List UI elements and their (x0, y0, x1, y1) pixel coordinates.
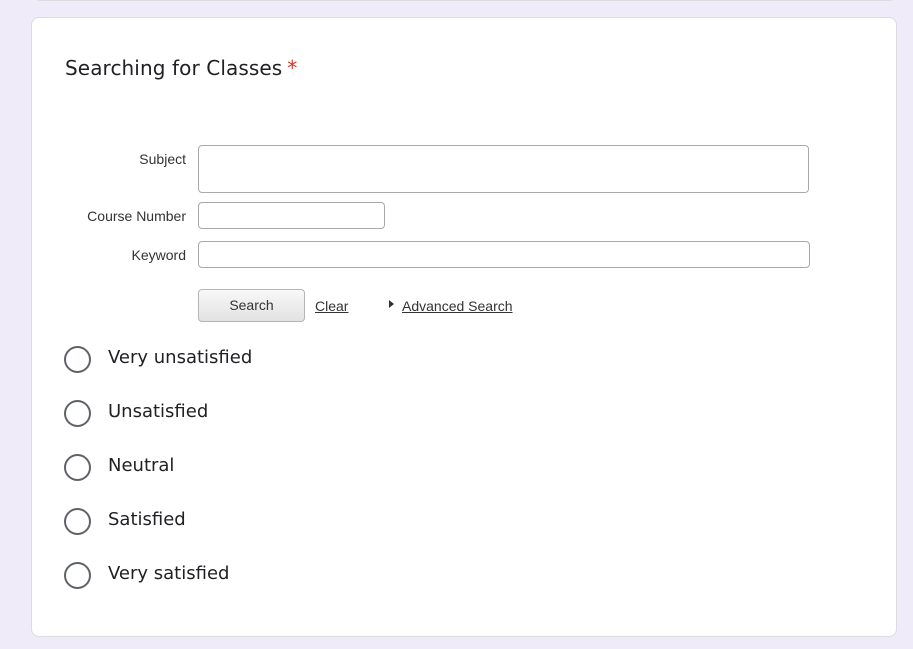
previous-question-card (32, 0, 897, 1)
option-label: Very unsatisfied (108, 347, 253, 368)
question-card: Searching for Classes * Subject Course Nu… (31, 17, 897, 637)
radio-button-icon[interactable] (64, 454, 91, 481)
subject-input (198, 145, 809, 193)
required-asterisk: * (287, 56, 298, 80)
subject-label: Subject (139, 151, 186, 167)
option-very-unsatisfied[interactable]: Very unsatisfied (64, 344, 464, 374)
option-satisfied[interactable]: Satisfied (64, 506, 464, 536)
keyword-input (198, 241, 810, 268)
question-title: Searching for Classes * (65, 56, 297, 80)
option-label: Unsatisfied (108, 401, 209, 422)
keyword-label: Keyword (131, 247, 186, 263)
search-button: Search (198, 289, 305, 322)
clear-link: Clear (315, 298, 349, 314)
option-label: Neutral (108, 455, 175, 476)
radio-button-icon[interactable] (64, 400, 91, 427)
option-neutral[interactable]: Neutral (64, 452, 464, 482)
advanced-search-link: Advanced Search (402, 298, 513, 314)
option-very-satisfied[interactable]: Very satisfied (64, 560, 464, 590)
option-label: Satisfied (108, 509, 186, 530)
question-title-text: Searching for Classes (65, 56, 283, 80)
course-number-label: Course Number (87, 208, 186, 224)
option-unsatisfied[interactable]: Unsatisfied (64, 398, 464, 428)
radio-button-icon[interactable] (64, 562, 91, 589)
radio-button-icon[interactable] (64, 508, 91, 535)
expand-triangle-icon (389, 300, 394, 308)
course-number-input (198, 202, 385, 229)
option-label: Very satisfied (108, 563, 230, 584)
radio-button-icon[interactable] (64, 346, 91, 373)
